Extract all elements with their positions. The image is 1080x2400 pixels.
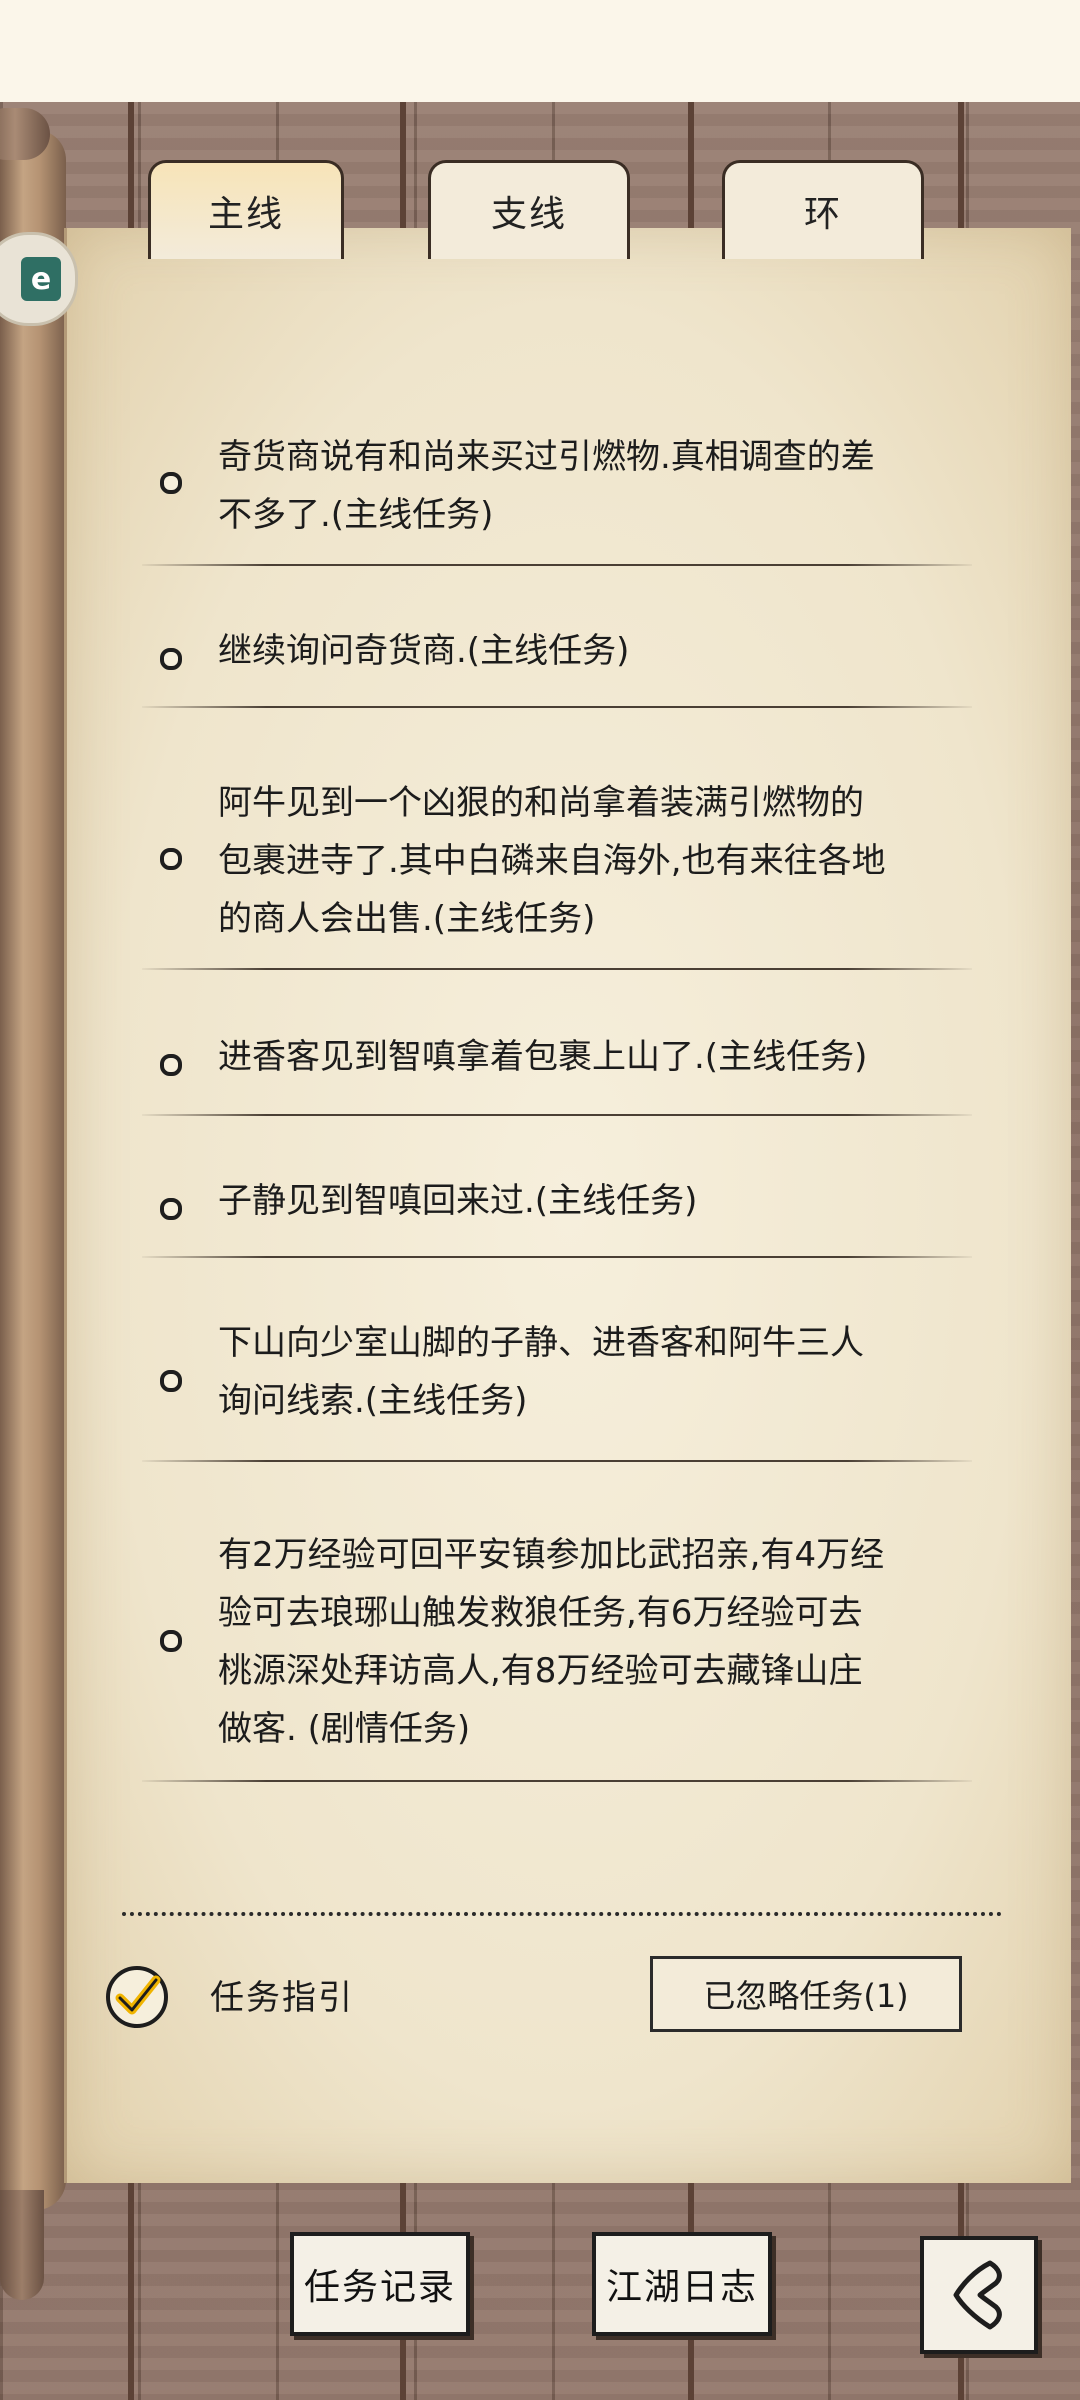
task-item[interactable]: 奇货商说有和尚来买过引燃物.真相调查的差 不多了.(主线任务)	[142, 428, 972, 568]
task-text: 继续询问奇货商.(主线任务)	[218, 631, 630, 671]
bullet-icon	[160, 1370, 182, 1392]
back-arrow-icon	[953, 2260, 1002, 2330]
task-item[interactable]: 子静见到智嗔回来过.(主线任务)	[142, 1180, 972, 1260]
bullet-icon	[160, 648, 182, 670]
task-text: 奇货商说有和尚来买过引燃物.真相调查的差 不多了.(主线任务)	[218, 437, 875, 535]
task-divider	[142, 968, 972, 970]
task-text: 下山向少室山脚的子静、进香客和阿牛三人 询问线索.(主线任务)	[218, 1323, 864, 1421]
task-text: 有2万经验可回平安镇参加比武招亲,有4万经 验可去琅琊山触发救狼任务,有6万经验…	[218, 1535, 885, 1749]
task-text: 子静见到智嗔回来过.(主线任务)	[218, 1181, 698, 1221]
jianghu-log-button[interactable]: 江湖日志	[592, 2232, 772, 2336]
task-divider	[142, 1460, 972, 1462]
task-divider	[142, 1256, 972, 1258]
task-text: 阿牛见到一个凶狠的和尚拿着装满引燃物的 包裹进寺了.其中白磷来自海外,也有来往各…	[218, 783, 886, 939]
bullet-icon	[160, 1630, 182, 1652]
task-divider	[142, 1780, 972, 1782]
ignored-tasks-label: 已忽略任务(1)	[703, 1977, 909, 2015]
task-text: 进香客见到智嗔拿着包裹上山了.(主线任务)	[218, 1037, 868, 1077]
bullet-icon	[160, 1054, 182, 1076]
task-item[interactable]: 继续询问奇货商.(主线任务)	[142, 630, 972, 710]
back-button[interactable]	[920, 2236, 1038, 2354]
status-bar	[0, 0, 1080, 104]
task-divider	[142, 1114, 972, 1116]
check-icon[interactable]	[104, 1964, 170, 2030]
scroll-roll-icon	[0, 130, 66, 2210]
task-divider	[142, 706, 972, 708]
button-label: 江湖日志	[605, 2267, 758, 2308]
ignored-tasks-button[interactable]: 已忽略任务(1)	[650, 1956, 962, 2032]
task-divider	[142, 564, 972, 566]
tab-label: 主线	[207, 194, 284, 235]
task-item[interactable]: 进香客见到智嗔拿着包裹上山了.(主线任务)	[142, 1037, 972, 1118]
task-item[interactable]: 阿牛见到一个凶狠的和尚拿着装满引燃物的 包裹进寺了.其中白磷来自海外,也有来往各…	[142, 774, 972, 974]
tab-main-quest[interactable]: 主线	[148, 160, 344, 259]
task-item[interactable]: 有2万经验可回平安镇参加比武招亲,有4万经 验可去琅琊山触发救狼任务,有6万经验…	[142, 1526, 972, 1786]
task-record-button[interactable]: 任务记录	[290, 2232, 470, 2336]
tab-side-quest[interactable]: 支线	[428, 160, 630, 259]
bullet-icon	[160, 848, 182, 870]
dotted-separator	[122, 1912, 1002, 1916]
tab-label: 支线	[490, 194, 567, 235]
task-guide-label[interactable]: 任务指引	[210, 1970, 354, 2019]
bullet-icon	[160, 472, 182, 494]
task-item[interactable]: 下山向少室山脚的子静、进香客和阿牛三人 询问线索.(主线任务)	[142, 1323, 972, 1466]
tab-loop-quest[interactable]: 环	[722, 160, 924, 259]
button-label: 任务记录	[303, 2267, 456, 2308]
bullet-icon	[160, 1198, 182, 1220]
badge-icon: e	[21, 257, 61, 301]
scroll-roll-cap	[0, 108, 50, 160]
tab-label: 环	[803, 194, 842, 235]
scroll-roll-end	[0, 2190, 44, 2300]
